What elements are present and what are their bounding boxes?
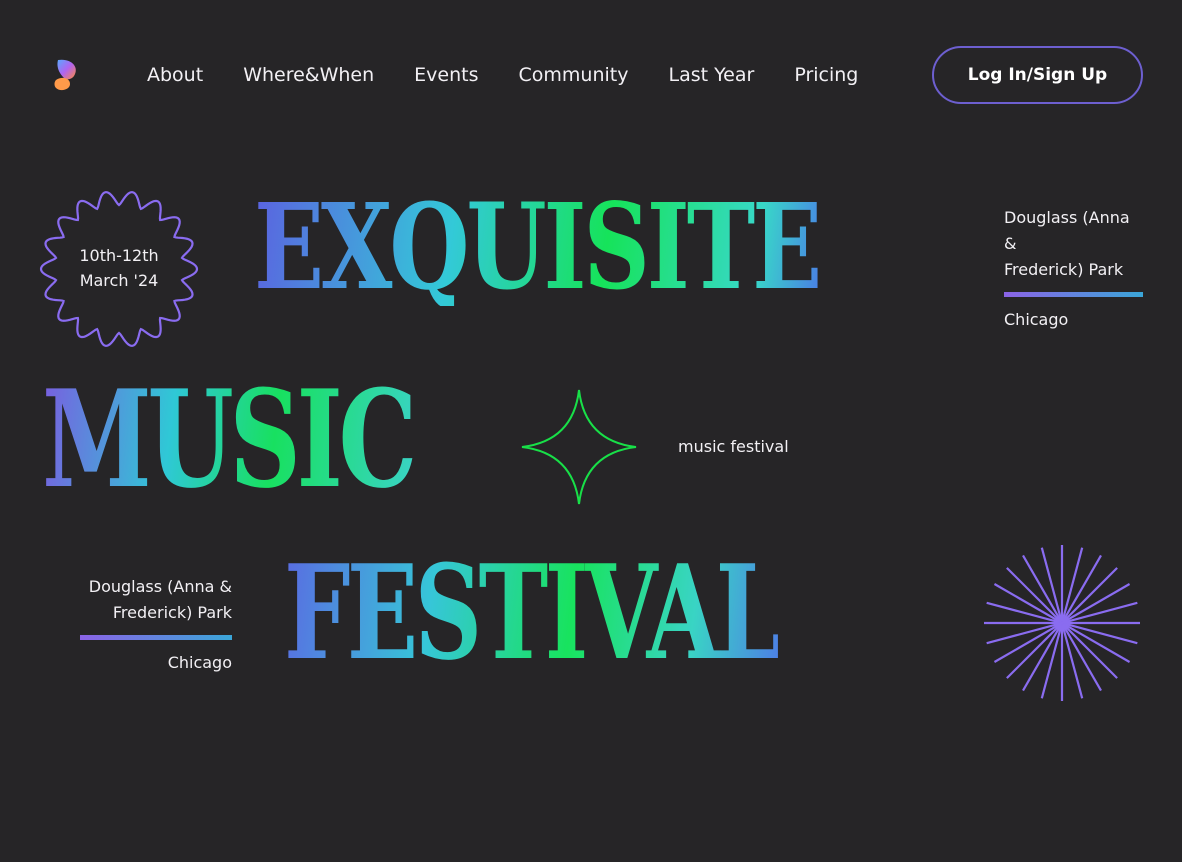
venue-name-line: Douglass (Anna [1004,208,1130,227]
nav-pricing[interactable]: Pricing [794,61,858,89]
date-badge: 10th-12th March '24 [38,243,200,293]
gradient-divider [80,635,232,640]
nav-last-year[interactable]: Last Year [668,61,754,89]
starburst-icon [984,545,1140,701]
hero-word-music: MUSIC [42,360,417,518]
venue-block-left: Douglass (Anna & Frederick) Park Chicago [72,574,232,676]
venue-name-line: Frederick) Park [112,603,232,622]
nav-community[interactable]: Community [519,61,629,89]
hero-word-festival: FESTIVAL [284,536,781,689]
nav-events[interactable]: Events [414,61,478,89]
nav-where-when[interactable]: Where&When [243,61,374,89]
main-nav: About Where&When Events Community Last Y… [147,61,898,89]
login-signup-button[interactable]: Log In/Sign Up [932,46,1143,104]
date-month: March '24 [79,271,159,290]
hero-word-exquisite: EXQUISITE [254,177,822,316]
tagline: music festival [678,437,789,456]
butterfly-logo-icon[interactable] [54,58,80,92]
venue-name-line: Douglass (Anna & [88,577,232,596]
date-range: 10th-12th [79,246,159,265]
venue-block-right: Douglass (Anna & Frederick) Park Chicago [1004,205,1144,333]
venue-name-line: & [1004,234,1017,253]
venue-city: Chicago [1004,310,1069,329]
gradient-divider [1004,292,1143,297]
venue-city: Chicago [167,653,232,672]
nav-about[interactable]: About [147,61,203,89]
venue-name-line: Frederick) Park [1004,260,1124,279]
four-point-star-icon [521,389,637,505]
